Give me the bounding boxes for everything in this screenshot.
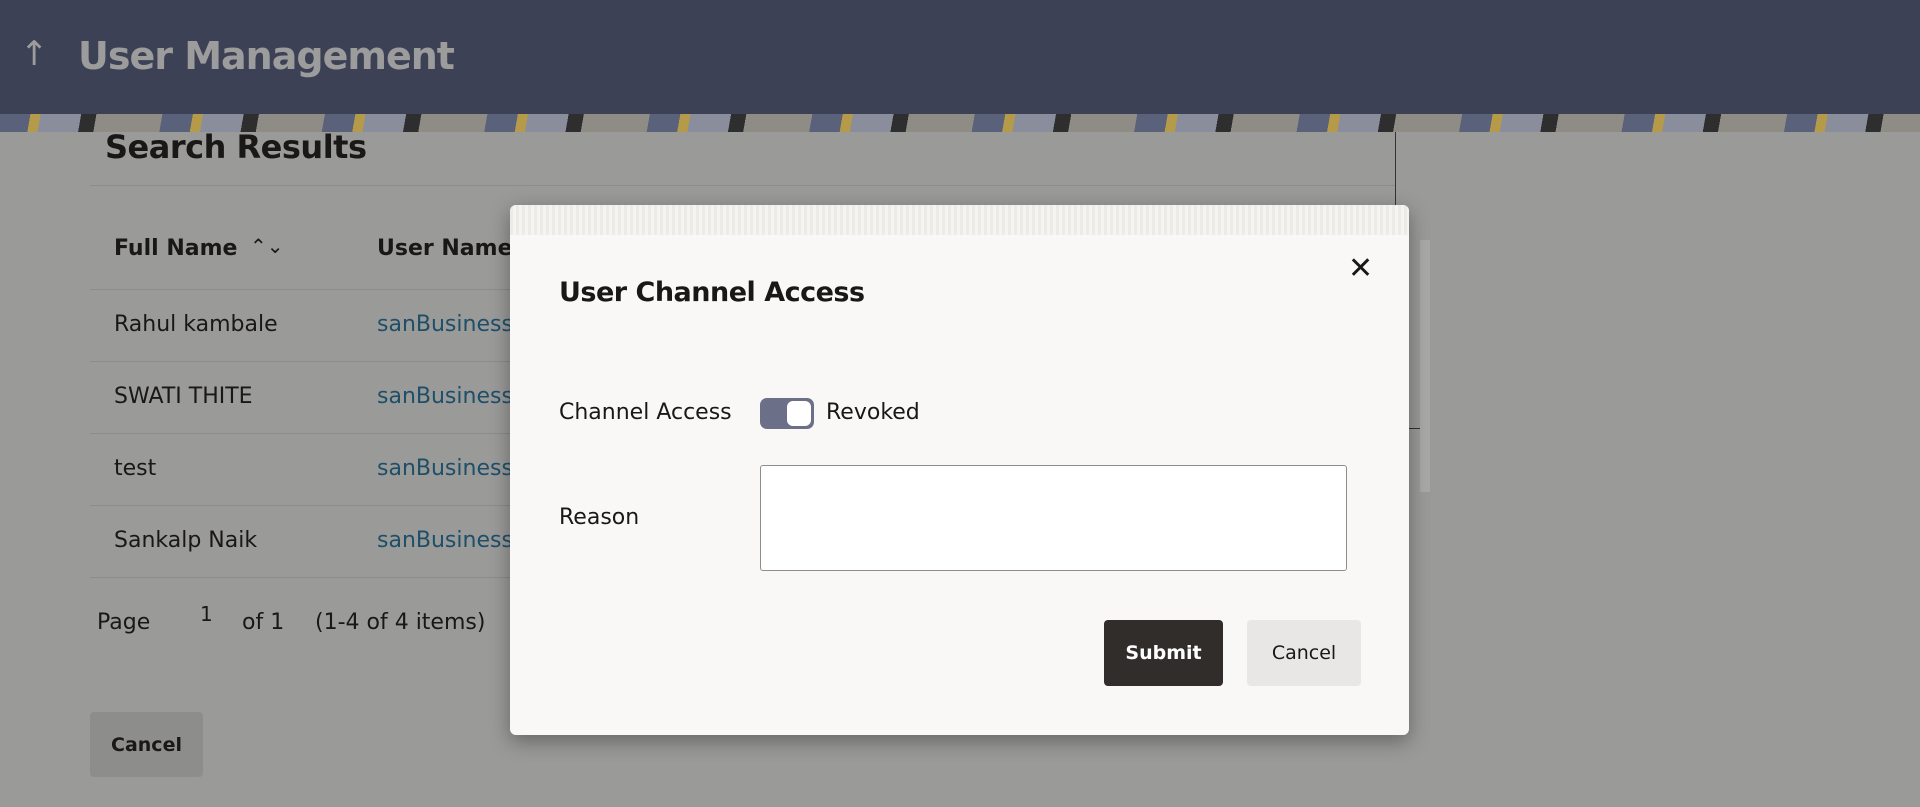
column-header-user-name[interactable]: User Name	[377, 236, 513, 261]
cell-user-name-link[interactable]: sanBusiness	[377, 456, 513, 481]
reason-label: Reason	[559, 505, 640, 530]
sort-icon[interactable]: ⌃⌄	[250, 234, 284, 258]
cell-user-name-link[interactable]: sanBusiness	[377, 384, 513, 409]
cell-user-name-link[interactable]: sanBusiness	[377, 312, 513, 337]
page-title: User Management	[78, 34, 455, 78]
app-header: ↑ User Management	[0, 0, 1920, 114]
reason-input[interactable]	[760, 465, 1347, 571]
toggle-state-label: Revoked	[826, 400, 920, 425]
search-results-title: Search Results	[105, 128, 367, 166]
toggle-knob	[787, 401, 811, 426]
close-icon[interactable]: ✕	[1348, 251, 1373, 286]
column-header-full-name[interactable]: Full Name	[114, 236, 237, 261]
arrow-up-icon[interactable]: ↑	[20, 34, 49, 74]
dialog-cancel-button[interactable]: Cancel	[1247, 620, 1361, 686]
cell-full-name: Sankalp Naik	[114, 528, 258, 553]
pager-items: (1-4 of 4 items)	[315, 610, 486, 635]
submit-button[interactable]: Submit	[1104, 620, 1223, 686]
channel-access-label: Channel Access	[559, 400, 732, 425]
user-channel-access-dialog: User Channel Access ✕ Channel Access Rev…	[510, 205, 1409, 735]
page-number-input[interactable]: 1	[200, 602, 213, 626]
dialog-header-texture	[510, 205, 1409, 235]
cell-full-name: SWATI THITE	[114, 384, 253, 409]
pager-label: Page	[97, 610, 151, 635]
pager-total: of 1	[242, 610, 285, 635]
dialog-title: User Channel Access	[559, 277, 865, 308]
cell-full-name: Rahul kambale	[114, 312, 278, 337]
divider	[90, 185, 1395, 186]
cell-full-name: test	[114, 456, 157, 481]
cell-user-name-link[interactable]: sanBusiness	[377, 528, 513, 553]
channel-access-toggle[interactable]	[760, 398, 814, 429]
cancel-button[interactable]: Cancel	[90, 712, 203, 777]
side-panel	[1420, 240, 1430, 492]
